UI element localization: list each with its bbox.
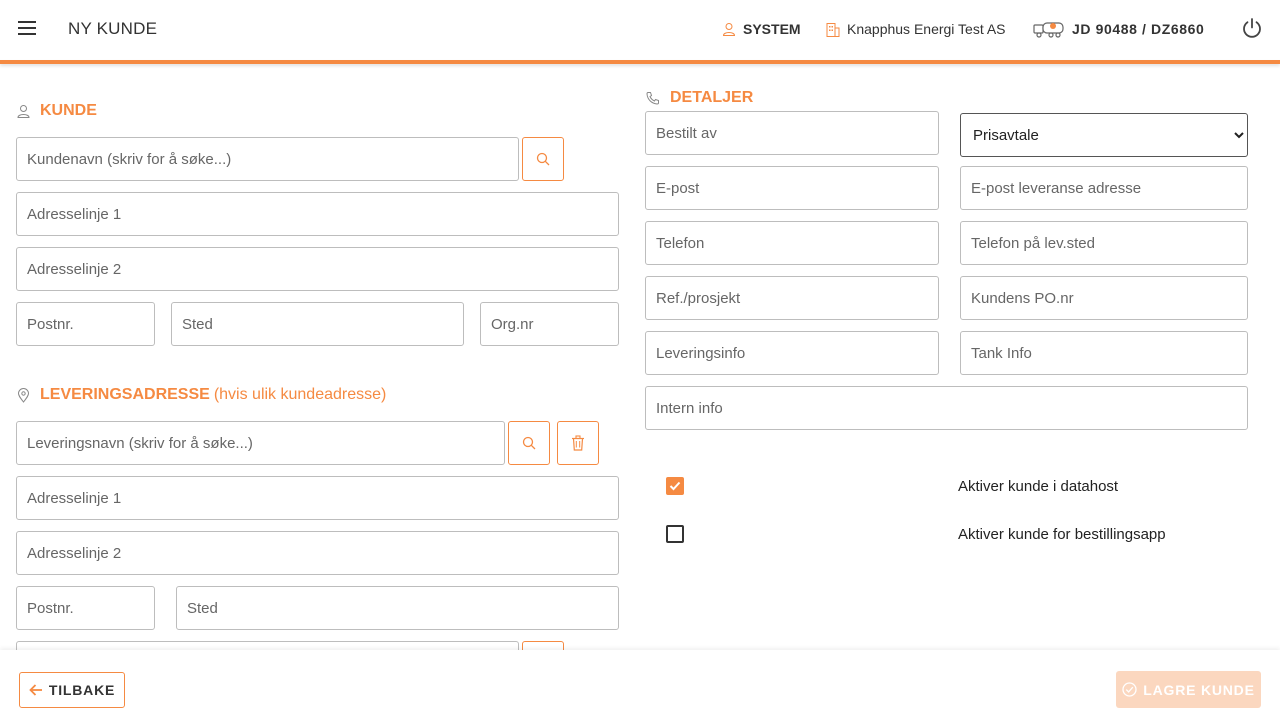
kundens-po-field[interactable] <box>960 276 1248 320</box>
customer-sted-input[interactable] <box>172 303 463 345</box>
levering-heading: LEVERINGSADRESSE (hvis ulik kundeadresse… <box>17 386 386 404</box>
detaljer-heading: DETALJER <box>646 89 753 107</box>
user-icon <box>722 23 736 36</box>
user-name: SYSTEM <box>743 21 801 37</box>
customer-postnr-input[interactable] <box>17 303 154 345</box>
customer-search-button[interactable] <box>522 137 564 181</box>
arrow-left-icon <box>29 684 42 696</box>
current-company[interactable]: Knapphus Energi Test AS <box>826 19 1006 39</box>
leveringsinfo-input[interactable] <box>646 332 938 374</box>
checkmark-icon <box>669 481 681 491</box>
truck-icon <box>1033 22 1064 38</box>
save-button-label: LAGRE KUNDE <box>1143 681 1255 698</box>
telefon-levsted-field[interactable] <box>960 221 1248 265</box>
search-icon <box>536 152 550 166</box>
back-button-label: TILBAKE <box>48 682 116 698</box>
delivery-delete-button[interactable] <box>557 421 599 465</box>
levering-heading-suffix: (hvis ulik kundeadresse) <box>213 386 387 403</box>
ref-prosjekt-field[interactable] <box>645 276 939 320</box>
back-button[interactable]: TILBAKE <box>19 672 125 708</box>
phone-icon <box>646 92 659 105</box>
delivery-postnr-input[interactable] <box>17 587 154 629</box>
intern-info-input[interactable] <box>646 387 1247 429</box>
customer-address2-input[interactable] <box>17 248 618 290</box>
prisavtale-select[interactable]: Prisavtale <box>961 114 1247 156</box>
search-icon <box>522 436 536 450</box>
levering-heading-text: LEVERINGSADRESSE <box>40 386 210 403</box>
kunde-heading: KUNDE <box>17 102 97 120</box>
intern-info-field[interactable] <box>645 386 1248 430</box>
detaljer-heading-text: DETALJER <box>670 89 754 106</box>
delivery-sted-input[interactable] <box>177 587 618 629</box>
save-customer-button[interactable]: LAGRE KUNDE <box>1116 671 1261 708</box>
power-icon[interactable] <box>1241 17 1263 39</box>
vehicle-id: JD 90488 / DZ6860 <box>1072 21 1205 37</box>
datahost-label: Aktiver kunde i datahost <box>958 478 1119 495</box>
check-circle-icon <box>1122 682 1137 697</box>
epost-input[interactable] <box>646 167 938 209</box>
delivery-address2-input[interactable] <box>17 532 618 574</box>
tank-info-input[interactable] <box>961 332 1247 374</box>
delivery-address2-field[interactable] <box>16 531 619 575</box>
telefon-input[interactable] <box>646 222 938 264</box>
trash-icon <box>572 435 584 451</box>
hamburger-menu-icon[interactable] <box>16 16 40 40</box>
header-accent-line <box>0 60 1280 64</box>
datahost-checkbox[interactable] <box>666 477 684 495</box>
building-icon <box>826 22 840 37</box>
epost-field[interactable] <box>645 166 939 210</box>
telefon-field[interactable] <box>645 221 939 265</box>
leveringsinfo-field[interactable] <box>645 331 939 375</box>
tank-info-field[interactable] <box>960 331 1248 375</box>
telefon-levsted-input[interactable] <box>961 222 1247 264</box>
page-title: NY KUNDE <box>68 19 158 38</box>
delivery-search-button[interactable] <box>508 421 550 465</box>
customer-address1-input[interactable] <box>17 193 618 235</box>
ref-prosjekt-input[interactable] <box>646 277 938 319</box>
prisavtale-field[interactable]: Prisavtale <box>960 113 1248 157</box>
customer-orgnr-input[interactable] <box>481 303 618 345</box>
bestilt-av-input[interactable] <box>646 112 938 154</box>
bestillingsapp-checkbox[interactable] <box>666 525 684 543</box>
delivery-sted-field[interactable] <box>176 586 619 630</box>
delivery-address1-field[interactable] <box>16 476 619 520</box>
customer-name-field[interactable] <box>16 137 519 181</box>
customer-postnr-field[interactable] <box>16 302 155 346</box>
epost-leveranse-input[interactable] <box>961 167 1247 209</box>
current-user[interactable]: SYSTEM <box>722 19 801 39</box>
delivery-postnr-field[interactable] <box>16 586 155 630</box>
epost-leveranse-field[interactable] <box>960 166 1248 210</box>
kunde-heading-text: KUNDE <box>40 102 97 119</box>
user-icon <box>17 105 30 118</box>
customer-sted-field[interactable] <box>171 302 464 346</box>
kundens-po-input[interactable] <box>961 277 1247 319</box>
customer-address1-field[interactable] <box>16 192 619 236</box>
location-pin-icon <box>17 387 30 403</box>
company-name: Knapphus Energi Test AS <box>847 21 1006 37</box>
delivery-name-field[interactable] <box>16 421 505 465</box>
bestillingsapp-label: Aktiver kunde for bestillingsapp <box>958 526 1166 543</box>
customer-orgnr-field[interactable] <box>480 302 619 346</box>
bottom-action-bar <box>0 650 1280 720</box>
delivery-address1-input[interactable] <box>17 477 618 519</box>
delivery-name-input[interactable] <box>17 422 504 464</box>
top-app-bar: NY KUNDE SYSTEM Knapphus Energi Test AS … <box>0 0 1280 60</box>
customer-address2-field[interactable] <box>16 247 619 291</box>
bestilt-av-field[interactable] <box>645 111 939 155</box>
current-vehicle[interactable]: JD 90488 / DZ6860 <box>1033 19 1204 39</box>
customer-name-input[interactable] <box>17 138 518 180</box>
